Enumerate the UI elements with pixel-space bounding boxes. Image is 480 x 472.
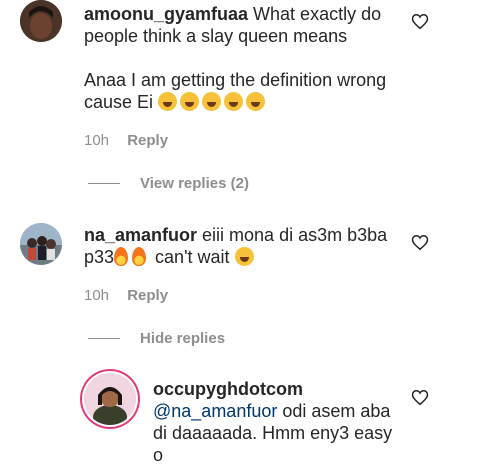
laughing-emoji-icon xyxy=(224,92,244,111)
reply-text-line: @na_amanfuor odi asem aba xyxy=(153,401,391,421)
comment-username[interactable]: amoonu_gyamfuaa xyxy=(84,4,248,24)
reply-text-line: o xyxy=(153,445,164,465)
comment-text-line: people think a slay queen means xyxy=(84,26,348,46)
reply-avatar[interactable] xyxy=(84,373,136,425)
laughing-emoji-icon xyxy=(246,92,266,111)
fire-emoji-icon xyxy=(132,247,147,266)
view-replies-button[interactable]: View replies (2) xyxy=(140,175,249,192)
comment-text-line: cause Ei xyxy=(84,91,268,113)
laughing-emoji-icon xyxy=(202,92,222,111)
comment-text-line: p33 can't wait xyxy=(84,246,257,268)
hide-replies-row[interactable]: Hide replies xyxy=(88,330,225,347)
comment-text: na_amanfuor eiii mona di as3m b3ba xyxy=(84,225,388,245)
comment-time: 10h xyxy=(84,287,110,304)
reply-button[interactable]: Reply xyxy=(127,287,168,304)
divider-line xyxy=(88,338,120,339)
comment-username[interactable]: na_amanfuor xyxy=(84,225,197,245)
view-replies-row[interactable]: View replies (2) xyxy=(88,175,249,192)
comment-text-line: Anaa I am getting the definition wrong xyxy=(84,70,387,90)
laughing-emoji-icon xyxy=(158,92,178,111)
mention-link[interactable]: @na_amanfuor xyxy=(153,401,277,421)
reply-text-line: di daaaaada. Hmm eny3 easy xyxy=(153,423,393,443)
comment-time: 10h xyxy=(84,132,110,149)
fire-emoji-icon xyxy=(114,247,129,266)
divider-line xyxy=(88,183,120,184)
heart-outline-icon[interactable] xyxy=(411,13,429,30)
commenter-avatar[interactable] xyxy=(20,223,62,265)
reply-username[interactable]: occupyghdotcom xyxy=(153,378,303,400)
comment-meta: 10h Reply xyxy=(84,287,168,304)
reply-button[interactable]: Reply xyxy=(127,132,168,149)
heart-outline-icon[interactable] xyxy=(411,234,429,251)
heart-outline-icon[interactable] xyxy=(411,389,429,406)
commenter-avatar[interactable] xyxy=(20,0,62,42)
comment-meta: 10h Reply xyxy=(84,132,168,149)
laughing-emoji-icon xyxy=(180,92,200,111)
laughing-emoji-icon xyxy=(234,247,254,266)
comment-text: amoonu_gyamfuaa What exactly do xyxy=(84,4,382,24)
hide-replies-button[interactable]: Hide replies xyxy=(140,330,225,347)
